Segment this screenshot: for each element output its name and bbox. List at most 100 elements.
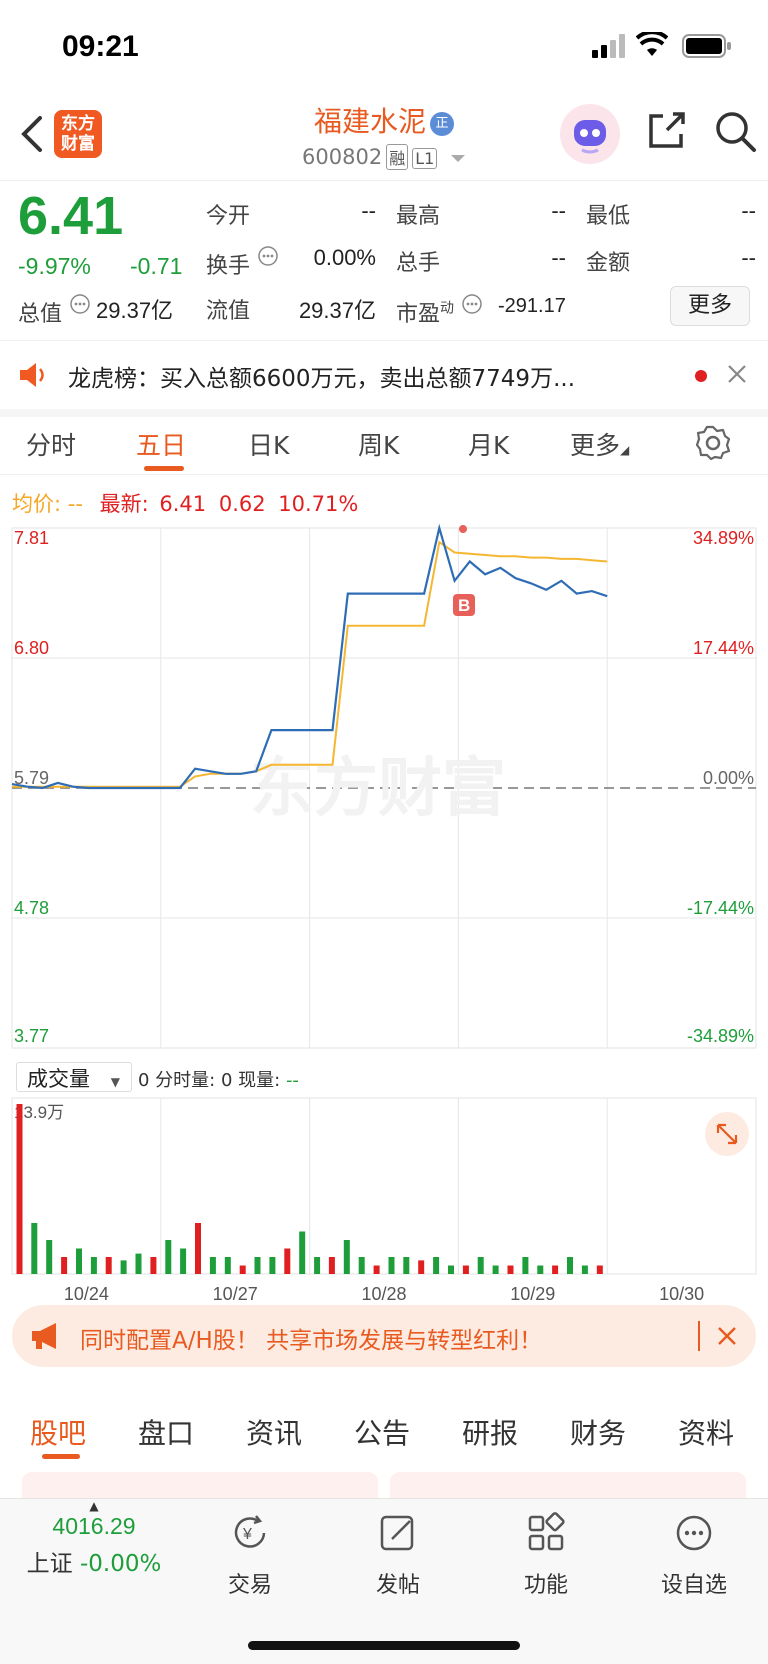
close-icon[interactable] [726,363,748,385]
dropdown-icon [450,155,465,162]
chart-tabs: 分时 五日 日K 周K 月K 更多◢ [0,412,768,475]
battery-icon [682,34,731,58]
y-right-tick: 17.44% [693,638,754,658]
volume-bar [552,1265,559,1274]
volume-bar [567,1257,573,1274]
volume-bar [537,1265,544,1274]
x-axis-label: 10/27 [213,1284,258,1304]
tab-news[interactable]: 资讯 [246,1412,302,1452]
volume-bar [477,1257,484,1274]
volume-bar [150,1257,157,1274]
nav-trade[interactable]: ¥ 交易 [200,1511,300,1599]
x-axis-labels: 10/24 10/27 10/28 10/29 10/30 [64,1284,704,1304]
turnover-label[interactable]: 换手 [206,245,279,280]
pe-value: -291.17 [498,295,566,317]
volume-bar [418,1260,425,1274]
volume-bar [314,1257,321,1274]
latest-label: 最新: [99,492,149,516]
volume-bar [403,1257,410,1274]
avg-label: 均价: [12,492,62,516]
divider [698,1321,700,1351]
volume-grid [11,1097,757,1275]
volume-bar [596,1265,603,1274]
volume-bar [507,1265,514,1274]
edit-icon [380,1515,414,1551]
info-tabs: 股吧 盘口 资讯 公告 研报 财务 资料 [0,1392,768,1498]
indicator-select-value: 成交量 [27,1067,90,1091]
y-right-tick: -34.89% [687,1026,754,1046]
nav-add-watchlist[interactable]: 设自选 [644,1511,744,1599]
tab-research[interactable]: 研报 [462,1412,518,1452]
current-price: 6.41 [18,186,124,246]
float-value: 29.37亿 [298,298,376,323]
wifi-icon [636,32,668,56]
tab-intraday[interactable]: 分时 [26,426,76,462]
volume-header: 成交量 ▼ 0 分时量: 0 现量: -- [14,1062,714,1094]
svg-text:¥: ¥ [242,1526,252,1543]
tab-daily-k[interactable]: 日K [248,426,289,462]
volume-frame [11,1097,757,1275]
more-info-icon [258,246,278,266]
tab-more[interactable]: 更多◢ [570,426,629,462]
volume-bar [31,1223,38,1274]
mktcap-label-text: 总值 [18,302,63,327]
tab-pankou[interactable]: 盘口 [138,1412,194,1452]
settings-icon[interactable] [694,424,732,462]
high-label: 最高 [396,204,441,229]
volume-info-text: 0 分时量: 0 现量: [138,1070,281,1091]
more-button[interactable]: 更多 [670,286,750,326]
tab-weekly-k[interactable]: 周K [358,426,399,462]
volume-bar [61,1257,68,1274]
share-icon[interactable] [645,108,689,152]
margin-tag: 融 [386,144,409,170]
tab-guba[interactable]: 股吧 [30,1412,86,1452]
five-day-chart[interactable]: 东方财富 7.816.805.794.783.7734.89%17.44%0.0… [0,520,768,1060]
tab-announcements[interactable]: 公告 [354,1412,410,1452]
expand-icon[interactable] [705,1112,749,1156]
active-tab-indicator [42,1454,80,1459]
promo-banner[interactable]: 同时配置A/H股！ 共享市场发展与转型红利！ [12,1305,756,1367]
nav-post[interactable]: 发帖 [348,1511,448,1599]
y-left-tick: 7.81 [14,528,49,548]
low-label: 最低 [586,204,631,229]
volume-bar [105,1257,112,1274]
dragon-tiger-notice[interactable]: 龙虎榜：买入总额6600万元，卖出总额7749万... [0,340,768,417]
index-ticker[interactable]: ▲ 4016.29 上证 -0.00% [20,1499,168,1578]
level-tag: L1 [412,148,438,169]
select-caret-icon: ▼ [110,1075,120,1089]
mktcap-label[interactable]: 总值 [18,293,91,328]
volume-bar [462,1265,469,1274]
close-icon[interactable] [716,1325,738,1347]
search-icon[interactable] [712,108,758,154]
bottom-nav: ▲ 4016.29 上证 -0.00% ¥ 交易 发帖 功能 设自选 [0,1498,768,1664]
zheng-badge: 正 [430,112,454,136]
volume-bar [448,1265,454,1274]
tab-monthly-k[interactable]: 月K [468,426,509,462]
avg-value: -- [67,492,83,516]
pe-label[interactable]: 市盈动 [396,293,483,328]
stock-code-text: 600802 [302,145,383,169]
volume-chart[interactable]: 13.9万 10/24 10/27 10/28 10/29 10/30 [0,1096,768,1316]
quote-panel: 6.41 -9.97% -0.71 今开 -- 最高 -- 最低 -- 换手 0… [0,181,768,338]
nav-functions[interactable]: 功能 [496,1511,596,1599]
x-axis-label: 10/29 [510,1284,555,1304]
tab-profile[interactable]: 资料 [678,1412,734,1452]
volume-bar [209,1257,216,1274]
tab-five-day[interactable]: 五日 [136,426,186,462]
volume-bar [358,1257,365,1274]
chart-watermark: 东方财富 [250,752,506,824]
more-info-icon [462,294,482,314]
tab-finance[interactable]: 财务 [570,1412,626,1452]
open-value: -- [361,198,376,223]
signal-icon [592,34,625,58]
buy-marker[interactable]: B [453,594,475,616]
assistant-avatar[interactable] [560,104,620,164]
indicator-select[interactable]: 成交量 ▼ [16,1062,132,1092]
pe-label-text: 市盈 [396,302,441,327]
nav-post-label: 发帖 [375,1573,420,1598]
latest-change: 0.62 [218,492,266,516]
status-time: 09:21 [62,30,139,63]
change-percent: -9.97% [18,253,91,279]
amount-label: 金额 [586,251,631,276]
volume-bar [373,1265,380,1274]
